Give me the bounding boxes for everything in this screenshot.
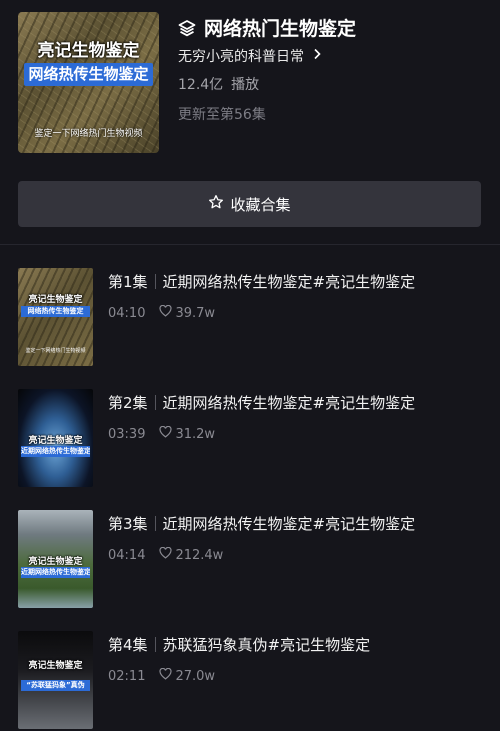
episode-title: 第3集 近期网络热传生物鉴定#亮记生物鉴定 [108,513,415,534]
heart-outline-icon [159,425,173,442]
episode-title: 第2集 近期网络热传生物鉴定#亮记生物鉴定 [108,392,415,413]
title-separator [154,516,156,531]
likes-count: 27.0w [175,668,216,684]
thumb-line1: 亮记生物鉴定 [28,436,83,446]
episode-item[interactable]: 亮记生物鉴定 “苏联猛犸象”真伪 第4集 苏联猛犸象真伪#亮记生物鉴定 02:11… [18,631,488,731]
play-count-value: 12.4亿 [178,77,224,93]
layers-icon [178,19,196,37]
episode-number: 第2集 [108,394,148,412]
heart-outline-icon [159,667,173,684]
star-outline-icon [208,194,224,214]
episode-duration: 02:11 [108,668,146,684]
cover-line3: 鉴定一下网络热门生物视频 [34,129,143,139]
likes-count: 212.4w [175,547,224,563]
cover-line2: 网络热传生物鉴定 [24,63,153,86]
collect-collection-button[interactable]: 收藏合集 [18,181,481,227]
cover-line1: 亮记生物鉴定 [37,41,140,61]
episode-name: 苏联猛犸象真伪#亮记生物鉴定 [162,636,371,654]
thumb-line1: 亮记生物鉴定 [28,661,83,671]
thumb-line3: 鉴定一下网络热门生物视频 [25,348,86,354]
collection-title: 网络热门生物鉴定 [204,18,357,40]
thumb-line2: “苏联猛犸象”真伪 [21,680,90,691]
episode-item[interactable]: 亮记生物鉴定 网络热传生物鉴定 鉴定一下网络热门生物视频 第1集 近期网络热传生物… [18,268,488,368]
author-link[interactable]: 无穷小亮的科普日常 [178,46,322,66]
episode-meta: 02:11 27.0w [108,667,216,684]
episode-name: 近期网络热传生物鉴定#亮记生物鉴定 [162,394,416,412]
episode-likes: 27.0w [159,667,216,684]
likes-count: 31.2w [175,426,216,442]
episode-number: 第3集 [108,515,148,533]
chevron-right-icon [312,48,322,64]
collection-cover[interactable]: 亮记生物鉴定 网络热传生物鉴定 鉴定一下网络热门生物视频 [18,12,159,153]
episode-title: 第1集 近期网络热传生物鉴定#亮记生物鉴定 [108,271,415,292]
title-separator [154,637,156,652]
episode-likes: 39.7w [159,304,216,321]
episode-item[interactable]: 亮记生物鉴定 近期网络热传生物鉴定 第3集 近期网络热传生物鉴定#亮记生物鉴定 0… [18,510,488,610]
episode-thumbnail: 亮记生物鉴定 网络热传生物鉴定 鉴定一下网络热门生物视频 [18,268,93,366]
thumb-line2: 近期网络热传生物鉴定 [21,567,90,578]
episode-meta: 04:10 39.7w [108,304,216,321]
episode-title: 第4集 苏联猛犸象真伪#亮记生物鉴定 [108,634,370,655]
collection-title-row: 网络热门生物鉴定 [178,14,356,41]
title-separator [154,274,156,289]
heart-outline-icon [159,546,173,563]
episode-thumbnail: 亮记生物鉴定 近期网络热传生物鉴定 [18,510,93,608]
heart-outline-icon [159,304,173,321]
episode-thumbnail: 亮记生物鉴定 近期网络热传生物鉴定 [18,389,93,487]
author-name: 无穷小亮的科普日常 [178,49,304,65]
play-count: 12.4亿 播放 [178,74,259,94]
thumb-line2: 网络热传生物鉴定 [21,306,90,317]
episode-likes: 31.2w [159,425,216,442]
collection-header: 亮记生物鉴定 网络热传生物鉴定 鉴定一下网络热门生物视频 网络热门生物鉴定 无穷… [18,12,482,154]
episode-name: 近期网络热传生物鉴定#亮记生物鉴定 [162,273,416,291]
episode-duration: 04:10 [108,305,146,321]
episode-item[interactable]: 亮记生物鉴定 近期网络热传生物鉴定 第2集 近期网络热传生物鉴定#亮记生物鉴定 0… [18,389,488,489]
update-status: 更新至第56集 [178,107,266,123]
episode-duration: 03:39 [108,426,146,442]
episode-meta: 03:39 31.2w [108,425,216,442]
episode-likes: 212.4w [159,546,224,563]
likes-count: 39.7w [175,305,216,321]
play-count-label: 播放 [231,77,260,93]
thumb-line1: 亮记生物鉴定 [28,295,83,305]
thumb-line2: 近期网络热传生物鉴定 [21,446,90,457]
thumb-line1: 亮记生物鉴定 [28,557,83,567]
episode-meta: 04:14 212.4w [108,546,224,563]
episode-duration: 04:14 [108,547,146,563]
title-separator [154,395,156,410]
episode-thumbnail: 亮记生物鉴定 “苏联猛犸象”真伪 [18,631,93,729]
section-divider [0,244,500,245]
episode-number: 第4集 [108,636,148,654]
episode-number: 第1集 [108,273,148,291]
episode-name: 近期网络热传生物鉴定#亮记生物鉴定 [162,515,416,533]
collect-button-label: 收藏合集 [230,195,291,214]
